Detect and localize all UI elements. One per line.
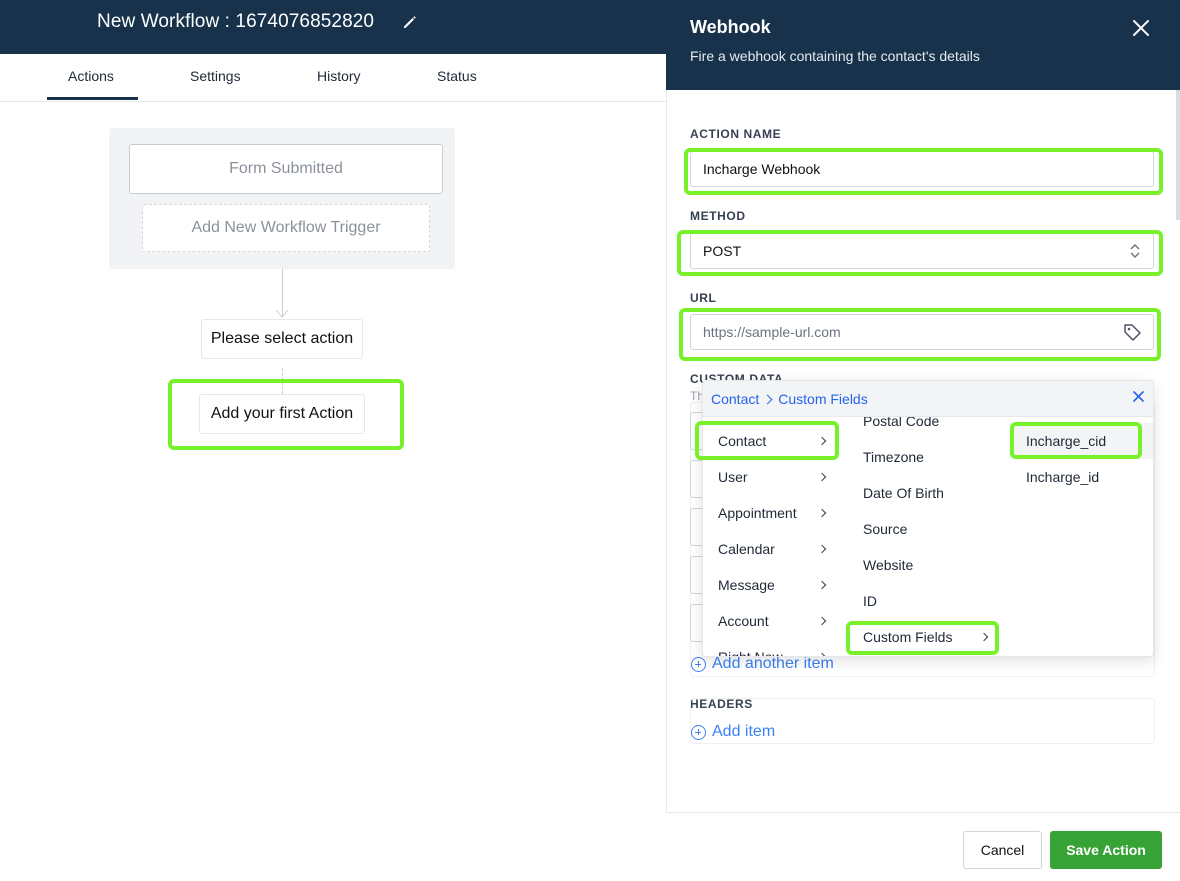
menu-item-website[interactable]: Website: [849, 547, 1009, 583]
chevron-right-icon: [979, 632, 989, 642]
action-name-input[interactable]: Incharge Webhook: [690, 151, 1154, 187]
chevron-right-icon: [817, 472, 827, 482]
menu-item-custom-fields[interactable]: Custom Fields: [849, 619, 1009, 655]
select-updown-icon: [1130, 244, 1140, 258]
chevron-right-icon: [817, 580, 827, 590]
url-label: URL: [690, 291, 717, 305]
dropdown-category-column: Contact User Appointment Calendar Messag…: [703, 417, 843, 657]
pencil-edit-icon[interactable]: [402, 14, 418, 30]
chevron-right-icon: [817, 616, 827, 626]
close-icon[interactable]: [1133, 391, 1144, 402]
add-first-action-button[interactable]: Add your first Action: [199, 394, 365, 434]
chevron-right-icon: [762, 394, 773, 404]
dropdown-header: Contact Custom Fields: [703, 381, 1153, 417]
breadcrumb: Contact Custom Fields: [711, 391, 868, 407]
action-name-label: ACTION NAME: [690, 127, 782, 141]
menu-item-date-of-birth[interactable]: Date Of Birth: [849, 475, 1009, 511]
menu-item-appointment[interactable]: Appointment: [703, 495, 843, 531]
trigger-form-submitted[interactable]: Form Submitted: [129, 144, 443, 194]
menu-item-label: Right Now: [718, 649, 783, 657]
method-label: METHOD: [690, 209, 746, 223]
webhook-panel-header: [666, 0, 1180, 90]
save-action-button[interactable]: Save Action: [1050, 831, 1162, 869]
menu-item-message[interactable]: Message: [703, 567, 843, 603]
chevron-right-icon: [817, 436, 827, 446]
panel-title: Webhook: [690, 17, 771, 37]
add-header-item-button[interactable]: Add item: [691, 723, 775, 741]
dashed-connector-line: [282, 368, 283, 394]
active-tab-indicator: [47, 97, 138, 100]
add-item-label: Add item: [712, 723, 776, 740]
workflow-title: New Workflow : 1674076852820: [97, 11, 375, 32]
tab-history[interactable]: History: [317, 68, 361, 84]
add-another-item-label: Add another item: [712, 655, 834, 672]
tag-icon[interactable]: [1122, 322, 1142, 342]
menu-item-label: Custom Fields: [863, 629, 953, 645]
plus-circle-icon: [691, 656, 706, 672]
menu-item-incharge-id[interactable]: Incharge_id: [1009, 459, 1153, 495]
breadcrumb-custom-fields[interactable]: Custom Fields: [778, 391, 867, 407]
menu-item-label: Account: [718, 613, 769, 629]
menu-item-id[interactable]: ID: [849, 583, 1009, 619]
cancel-button[interactable]: Cancel: [963, 831, 1042, 869]
add-workflow-trigger-button[interactable]: Add New Workflow Trigger: [142, 204, 430, 252]
menu-item-label: Contact: [718, 433, 767, 449]
custom-value-dropdown: Contact Custom Fields Contact User Appoi…: [702, 380, 1154, 657]
menu-item-calendar[interactable]: Calendar: [703, 531, 843, 567]
chevron-right-icon: [817, 508, 827, 518]
connector-arrow-icon: [276, 310, 288, 318]
menu-item-user[interactable]: User: [703, 459, 843, 495]
menu-item-contact[interactable]: Contact: [703, 423, 843, 459]
menu-item-postal-code[interactable]: Postal Code: [849, 417, 1009, 439]
breadcrumb-contact[interactable]: Contact: [711, 391, 759, 407]
plus-circle-icon: [691, 724, 706, 740]
tab-settings[interactable]: Settings: [190, 68, 241, 84]
tab-actions[interactable]: Actions: [68, 68, 114, 84]
menu-item-right-now[interactable]: Right Now: [703, 639, 843, 657]
close-icon[interactable]: [1132, 19, 1150, 37]
menu-item-source[interactable]: Source: [849, 511, 1009, 547]
scrollbar[interactable]: [1176, 90, 1180, 220]
menu-item-account[interactable]: Account: [703, 603, 843, 639]
add-another-item-button[interactable]: Add another item: [691, 655, 834, 673]
chevron-right-icon: [817, 544, 827, 554]
url-input[interactable]: https://sample-url.com: [690, 314, 1154, 350]
menu-item-incharge-cid[interactable]: Incharge_cid: [1009, 423, 1153, 459]
menu-item-label: Message: [718, 577, 775, 593]
menu-item-label: Appointment: [718, 505, 797, 521]
chevron-right-icon: [817, 652, 827, 656]
dropdown-field-column: Postal Code Timezone Date Of Birth Sourc…: [849, 417, 1009, 656]
menu-item-label: User: [718, 469, 748, 485]
menu-item-label: Calendar: [718, 541, 775, 557]
please-select-action-node[interactable]: Please select action: [201, 319, 363, 359]
dropdown-custom-fields-column: Incharge_cid Incharge_id: [1009, 417, 1153, 656]
menu-item-timezone[interactable]: Timezone: [849, 439, 1009, 475]
tab-status[interactable]: Status: [437, 68, 477, 84]
method-select[interactable]: POST: [690, 233, 1154, 269]
panel-subtitle: Fire a webhook containing the contact's …: [690, 48, 980, 64]
